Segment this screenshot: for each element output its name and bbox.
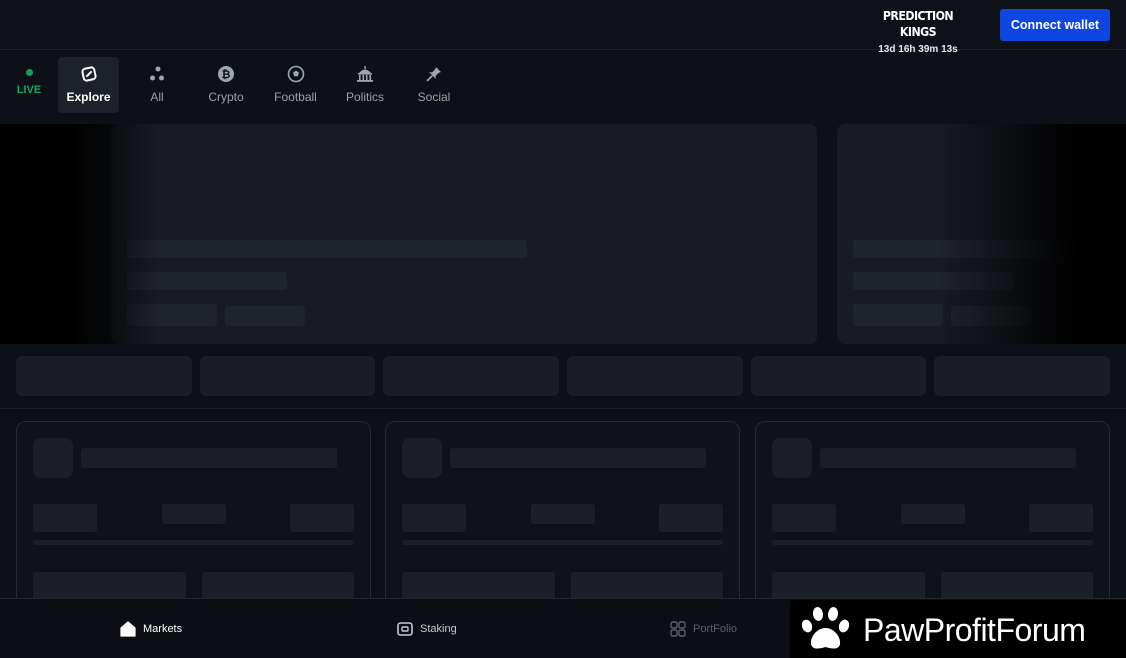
category-nav: LIVE Explore All ₿ Crypto Football Polit… (0, 50, 1126, 122)
skeleton-bar (402, 540, 723, 545)
carousel-fade-right (936, 124, 1126, 344)
section-divider (0, 408, 1126, 409)
skeleton-block (772, 504, 836, 532)
skeleton-pill (200, 356, 375, 396)
pin-icon (404, 65, 464, 87)
skeleton-block (33, 504, 97, 532)
skeleton-line (127, 240, 527, 258)
filter-pills-skeleton (0, 356, 1126, 396)
bottom-nav-label: PortFolio (693, 623, 738, 635)
skeleton-chip (225, 306, 305, 326)
page: PREDICTION KINGS 13d 16h 39m 13s Connect… (0, 0, 1126, 658)
category-tab-crypto[interactable]: ₿ Crypto (196, 57, 256, 113)
skeleton-line (450, 448, 706, 468)
skeleton-bar (33, 540, 354, 545)
skeleton-block (901, 504, 965, 524)
staking-icon (397, 622, 413, 636)
category-tab-explore[interactable]: Explore (58, 57, 119, 113)
market-card-skeleton (385, 421, 740, 611)
skeleton-bar (772, 540, 1093, 545)
category-label: Football (274, 90, 317, 104)
market-card-skeleton (755, 421, 1110, 611)
skeleton-avatar (402, 438, 442, 478)
skeleton-chip (853, 304, 943, 326)
capitol-icon (335, 65, 395, 87)
promo-title: PREDICTION KINGS (882, 9, 954, 39)
svg-text:₿: ₿ (222, 68, 231, 81)
skeleton-avatar (33, 438, 73, 478)
skeleton-pill (751, 356, 926, 396)
football-icon (264, 65, 327, 87)
live-label: LIVE (16, 84, 42, 96)
live-dot-icon (25, 69, 33, 76)
skeleton-pill (383, 356, 559, 396)
explore-icon (58, 65, 119, 87)
category-label: Politics (345, 90, 384, 104)
skeleton-line (820, 448, 1076, 468)
skeleton-line (81, 448, 337, 468)
top-header: PREDICTION KINGS 13d 16h 39m 13s Connect… (0, 0, 1126, 55)
category-label: Explore (66, 90, 111, 104)
live-filter[interactable]: LIVE (8, 66, 50, 106)
market-card-skeleton (16, 421, 371, 611)
all-dots-icon (127, 65, 187, 87)
skeleton-block (659, 504, 723, 532)
skeleton-avatar (772, 438, 812, 478)
carousel-fade-left (0, 124, 160, 344)
category-tab-football[interactable]: Football (264, 57, 327, 113)
bottom-nav-label: Markets (143, 623, 183, 635)
watermark-text: PawProfitForum (863, 612, 1086, 648)
skeleton-block (402, 504, 466, 532)
bitcoin-icon: ₿ (196, 65, 256, 87)
featured-carousel-skeleton (0, 124, 1126, 344)
skeleton-block (1029, 504, 1093, 532)
skeleton-block (290, 504, 354, 532)
category-label: All (150, 90, 164, 104)
skeleton-pill (16, 356, 192, 396)
skeleton-block (531, 504, 595, 524)
skeleton-block (162, 504, 226, 524)
skeleton-pill (934, 356, 1110, 396)
portfolio-icon (670, 621, 686, 637)
category-tab-social[interactable]: Social (404, 57, 464, 113)
bottom-nav-label: Staking (420, 623, 457, 635)
skeleton-pill (567, 356, 743, 396)
category-tab-politics[interactable]: Politics (335, 57, 395, 113)
home-icon (120, 621, 136, 637)
carousel-slide-main (111, 124, 817, 344)
category-tab-all[interactable]: All (127, 57, 187, 113)
category-label: Social (417, 90, 451, 104)
watermark-overlay: PawProfitForum (790, 600, 1126, 658)
connect-wallet-button[interactable]: Connect wallet (1000, 9, 1110, 41)
paw-icon (801, 607, 850, 649)
category-label: Crypto (208, 90, 244, 104)
